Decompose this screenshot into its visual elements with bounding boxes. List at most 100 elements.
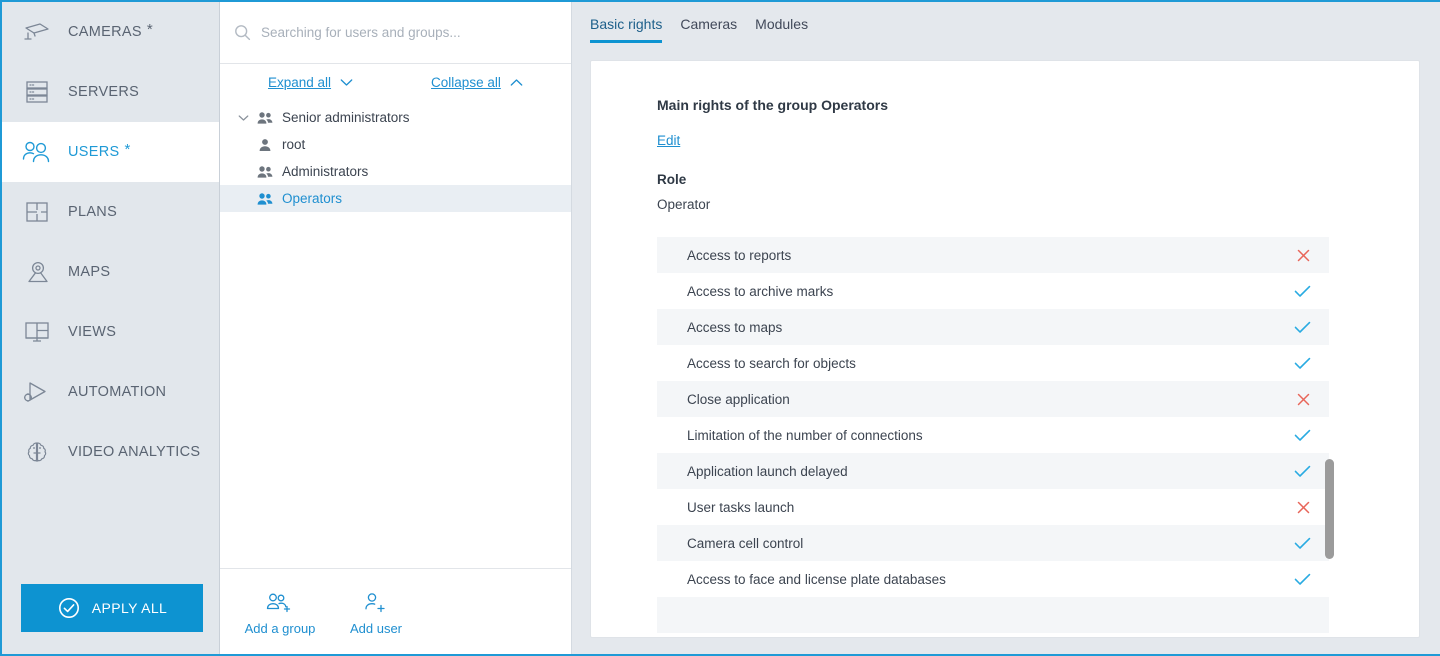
table-row[interactable]: Close application (657, 381, 1329, 417)
sidebar-item-plans[interactable]: PLANS (2, 182, 219, 242)
tree-item-label: root (282, 137, 306, 152)
role-heading: Role (657, 172, 687, 187)
sidebar-item-users[interactable]: USERS * (2, 122, 219, 182)
sidebar-item-label: AUTOMATION (68, 384, 167, 400)
modified-marker: * (124, 140, 131, 158)
table-row[interactable]: User tasks launch (657, 489, 1329, 525)
tab-basic-rights[interactable]: Basic rights (590, 16, 663, 43)
right-label: Application launch delayed (687, 463, 848, 479)
sidebar-item-servers[interactable]: SERVERS (2, 62, 219, 122)
chevron-down-icon[interactable] (232, 114, 254, 122)
group-icon (254, 111, 276, 125)
right-label: User tasks launch (687, 499, 795, 515)
search-icon (234, 24, 251, 41)
camera-icon (20, 17, 54, 47)
rights-card: Main rights of the group Operators Edit … (590, 60, 1420, 638)
apply-all-button[interactable]: APPLY ALL (21, 584, 203, 632)
collapse-all-button[interactable]: Collapse all (431, 75, 523, 90)
sidebar-item-label: MAPS (68, 264, 111, 280)
allow-check-icon[interactable] (1294, 357, 1311, 370)
expand-all-button[interactable]: Expand all (268, 75, 353, 90)
users-groups-panel: Expand all Collapse all (220, 2, 572, 654)
deny-cross-icon[interactable] (1296, 248, 1311, 263)
tab-label: Modules (755, 16, 809, 32)
tree-toolbar: Expand all Collapse all (220, 66, 571, 98)
add-group-icon (266, 588, 294, 616)
table-row[interactable]: Access to archive marks (657, 273, 1329, 309)
tab-label: Basic rights (590, 16, 663, 32)
add-user-icon (363, 588, 389, 616)
tab-modules[interactable]: Modules (755, 16, 808, 43)
edit-link[interactable]: Edit (657, 133, 680, 148)
check-circle-icon (57, 596, 81, 620)
tree-item-label: Senior administrators (282, 110, 410, 125)
sidebar-item-label: PLANS (68, 204, 118, 220)
tree-item-administrators[interactable]: Administrators (220, 158, 571, 185)
apply-all-label: APPLY ALL (91, 600, 168, 616)
sidebar-item-label: CAMERAS (68, 24, 142, 40)
modified-marker: * (146, 20, 153, 38)
allow-check-icon[interactable] (1294, 429, 1311, 442)
right-label: Access to archive marks (687, 283, 834, 299)
table-row[interactable]: Application launch delayed (657, 453, 1329, 489)
collapse-all-label: Collapse all (431, 74, 501, 90)
tree-item-label: Administrators (282, 164, 369, 179)
sidebar-item-video-analytics[interactable]: VIDEO ANALYTICS (2, 422, 219, 482)
group-icon (254, 165, 276, 179)
table-row[interactable]: Access to reports (657, 237, 1329, 273)
user-icon (254, 138, 276, 152)
sidebar-item-cameras[interactable]: CAMERAS * (2, 2, 219, 62)
servers-icon (20, 77, 54, 107)
right-label: Access to maps (687, 319, 783, 335)
right-label: Access to search for objects (687, 355, 856, 371)
allow-check-icon[interactable] (1294, 285, 1311, 298)
right-label: Camera cell control (687, 535, 804, 551)
tree-item-operators[interactable]: Operators (220, 185, 571, 212)
sidebar-item-maps[interactable]: MAPS (2, 242, 219, 302)
chevron-down-icon (340, 78, 353, 87)
main-sidebar: CAMERAS * SERVERS USERS * PLANS MAPS VIE… (2, 2, 220, 654)
tree-item-label: Operators (282, 191, 343, 206)
rights-scrollbar[interactable] (1325, 459, 1334, 559)
chevron-up-icon (510, 78, 523, 87)
sidebar-item-label: VIDEO ANALYTICS (68, 444, 201, 460)
users-groups-tree: Senior administrators root Administrator… (220, 98, 571, 568)
allow-check-icon[interactable] (1294, 573, 1311, 586)
role-value: Operator (657, 197, 711, 212)
rights-list: Access to reports Access to archive mark… (657, 237, 1329, 633)
tree-item-senior-administrators[interactable]: Senior administrators (220, 104, 571, 131)
table-row[interactable]: Access to search for objects (657, 345, 1329, 381)
application-window: CAMERAS * SERVERS USERS * PLANS MAPS VIE… (0, 0, 1440, 656)
sidebar-item-label: USERS (68, 144, 120, 160)
search-bar (220, 2, 571, 64)
add-a-group-label: Add a group (244, 620, 316, 636)
page-title: Main rights of the group Operators (657, 97, 889, 113)
search-input[interactable] (261, 25, 557, 40)
add-user-button[interactable]: Add user (328, 588, 424, 636)
expand-all-label: Expand all (268, 74, 332, 90)
table-row[interactable]: Access to face and license plate databas… (657, 561, 1329, 597)
table-row[interactable]: Access to maps (657, 309, 1329, 345)
sidebar-item-automation[interactable]: AUTOMATION (2, 362, 219, 422)
tree-footer-toolbar: Add a group Add user (220, 568, 571, 654)
sidebar-item-label: VIEWS (68, 324, 117, 340)
deny-cross-icon[interactable] (1296, 500, 1311, 515)
tab-cameras[interactable]: Cameras (680, 16, 737, 43)
add-user-label: Add user (349, 620, 403, 636)
sidebar-item-views[interactable]: VIEWS (2, 302, 219, 362)
table-row[interactable]: Camera cell control (657, 525, 1329, 561)
users-icon (20, 137, 54, 167)
content-tabs: Basic rights Cameras Modules (572, 2, 1440, 52)
plans-icon (20, 197, 54, 227)
table-row[interactable]: Limitation of the number of connections (657, 417, 1329, 453)
add-a-group-button[interactable]: Add a group (232, 588, 328, 636)
table-row[interactable] (657, 597, 1329, 633)
deny-cross-icon[interactable] (1296, 392, 1311, 407)
allow-check-icon[interactable] (1294, 465, 1311, 478)
tree-item-root[interactable]: root (220, 131, 571, 158)
allow-check-icon[interactable] (1294, 537, 1311, 550)
right-label: Access to face and license plate databas… (687, 571, 946, 587)
right-label: Limitation of the number of connections (687, 427, 923, 443)
allow-check-icon[interactable] (1294, 321, 1311, 334)
group-icon (254, 192, 276, 206)
